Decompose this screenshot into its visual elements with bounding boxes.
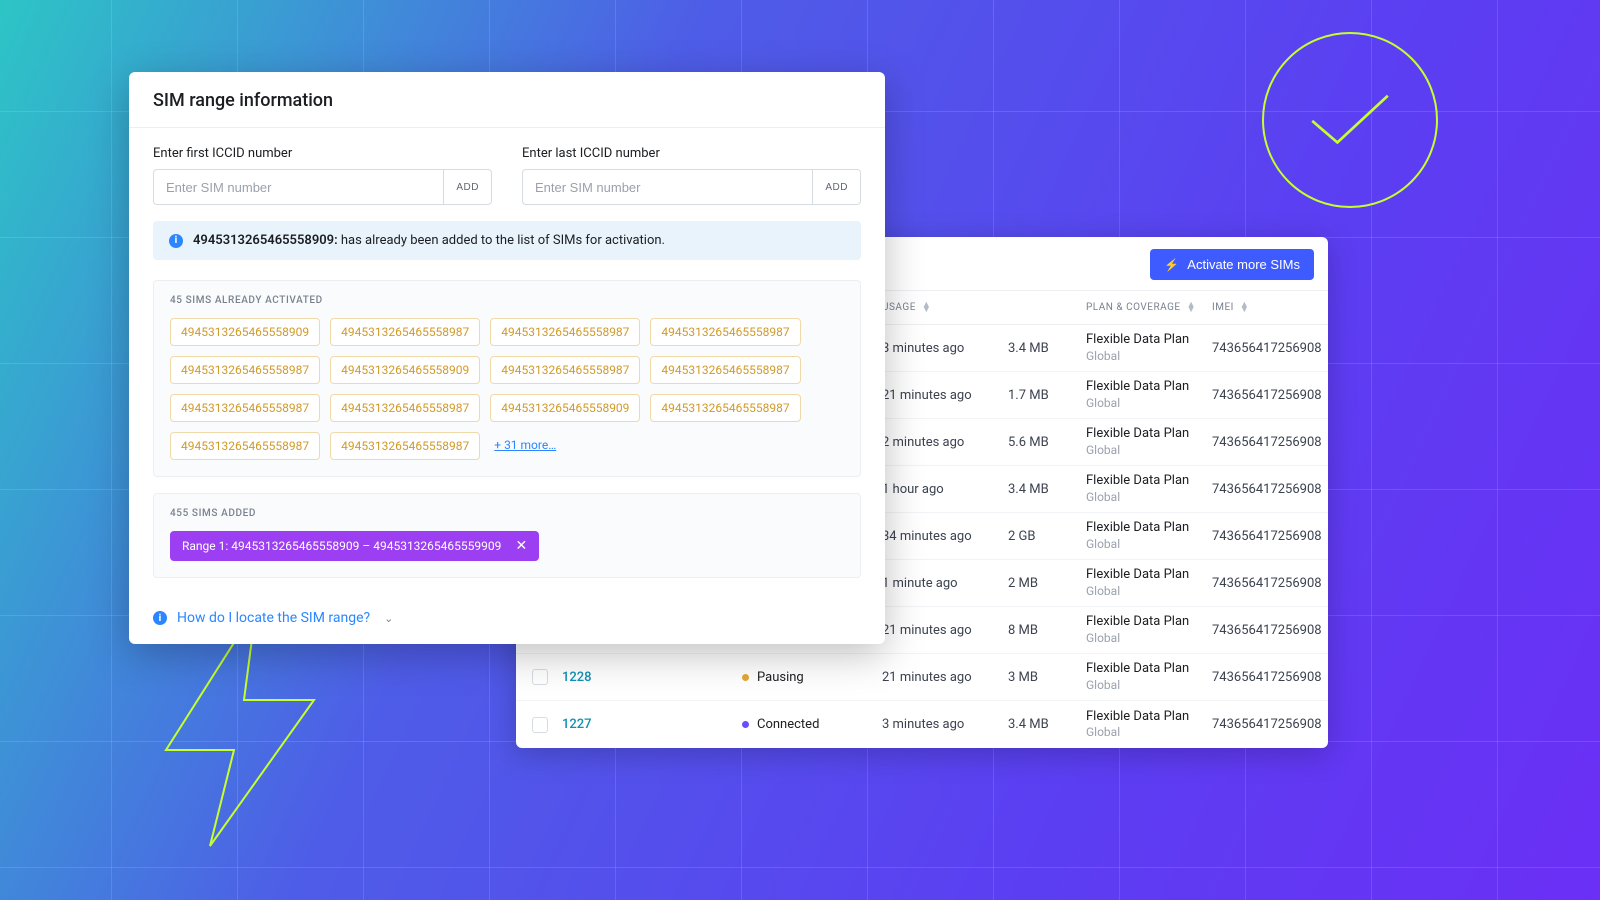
- col-usage[interactable]: USAGE▲▼: [882, 302, 1008, 313]
- plan-cell: Flexible Data PlanGlobal: [1086, 709, 1212, 740]
- sort-icon: ▲▼: [1187, 303, 1196, 313]
- imei: 743656417256908: [1212, 529, 1328, 544]
- sort-icon: ▲▼: [922, 303, 931, 313]
- last-iccid-input[interactable]: [522, 169, 812, 205]
- chevron-down-icon: ⌄: [384, 612, 393, 625]
- bolt-icon: ⚡: [1164, 258, 1179, 272]
- sim-id[interactable]: 1228: [562, 670, 742, 685]
- activate-more-sims-button[interactable]: ⚡ Activate more SIMs: [1150, 249, 1314, 280]
- modal-title: SIM range information: [153, 90, 861, 111]
- usage: 3.4 MB: [1008, 717, 1086, 732]
- plan-cell: Flexible Data PlanGlobal: [1086, 426, 1212, 457]
- imei: 743656417256908: [1212, 717, 1328, 732]
- plan-cell: Flexible Data PlanGlobal: [1086, 332, 1212, 363]
- usage: 1.7 MB: [1008, 388, 1086, 403]
- sim-chip: 4945313265465558987: [650, 318, 800, 346]
- first-iccid-input[interactable]: [153, 169, 443, 205]
- usage: 2 MB: [1008, 576, 1086, 591]
- last-active: 34 minutes ago: [882, 529, 1008, 544]
- usage: 5.6 MB: [1008, 435, 1086, 450]
- sim-chip: 4945313265465558987: [650, 356, 800, 384]
- row-checkbox[interactable]: [532, 669, 548, 685]
- imei: 743656417256908: [1212, 482, 1328, 497]
- sim-chip: 4945313265465558909: [170, 318, 320, 346]
- more-link[interactable]: + 31 more…: [490, 432, 560, 460]
- plan-cell: Flexible Data PlanGlobal: [1086, 379, 1212, 410]
- sim-chip: 4945313265465558987: [330, 394, 480, 422]
- plan-cell: Flexible Data PlanGlobal: [1086, 661, 1212, 692]
- added-section: 455 SIMS ADDED Range 1: 4945313265465558…: [153, 493, 861, 578]
- activated-section: 45 SIMS ALREADY ACTIVATED 49453132654655…: [153, 280, 861, 477]
- sort-icon: ▲▼: [1240, 303, 1249, 313]
- status-dot-icon: [742, 674, 749, 681]
- range-chip-label: Range 1: 4945313265465558909 – 494531326…: [182, 539, 501, 553]
- added-title: 455 SIMS ADDED: [170, 508, 844, 519]
- sim-chip: 4945313265465558987: [170, 394, 320, 422]
- activated-title: 45 SIMS ALREADY ACTIVATED: [170, 295, 844, 306]
- sim-range-modal: SIM range information Enter first ICCID …: [129, 72, 885, 644]
- status-dot-icon: [742, 721, 749, 728]
- plan-cell: Flexible Data PlanGlobal: [1086, 520, 1212, 551]
- row-checkbox[interactable]: [532, 717, 548, 733]
- range-chip: Range 1: 4945313265465558909 – 494531326…: [170, 531, 539, 561]
- table-row: 1228Pausing21 minutes ago3 MBFlexible Da…: [516, 654, 1328, 701]
- info-banner: i 4945313265465558909: has already been …: [153, 221, 861, 260]
- imei: 743656417256908: [1212, 341, 1328, 356]
- last-active: 3 minutes ago: [882, 341, 1008, 356]
- usage: 3 MB: [1008, 670, 1086, 685]
- imei: 743656417256908: [1212, 623, 1328, 638]
- last-iccid-label: Enter last ICCID number: [522, 146, 861, 161]
- checkmark-circle-icon: [1262, 32, 1438, 208]
- last-active: 1 minute ago: [882, 576, 1008, 591]
- sim-chip: 4945313265465558987: [650, 394, 800, 422]
- col-imei[interactable]: IMEI▲▼: [1212, 302, 1328, 313]
- imei: 743656417256908: [1212, 388, 1328, 403]
- imei: 743656417256908: [1212, 435, 1328, 450]
- last-active: 1 hour ago: [882, 482, 1008, 497]
- plan-cell: Flexible Data PlanGlobal: [1086, 614, 1212, 645]
- usage: 3.4 MB: [1008, 341, 1086, 356]
- sim-chip: 4945313265465558987: [330, 432, 480, 460]
- sim-chip: 4945313265465558987: [170, 432, 320, 460]
- col-plan[interactable]: PLAN & COVERAGE▲▼: [1086, 302, 1212, 313]
- sim-chip: 4945313265465558987: [170, 356, 320, 384]
- info-icon: i: [169, 234, 183, 248]
- last-active: 3 minutes ago: [882, 717, 1008, 732]
- table-row: 1227Connected3 minutes ago3.4 MBFlexible…: [516, 701, 1328, 748]
- add-last-button[interactable]: ADD: [812, 169, 861, 205]
- sim-chip: 4945313265465558909: [330, 356, 480, 384]
- close-icon[interactable]: ✕: [513, 538, 529, 554]
- help-toggle[interactable]: i How do I locate the SIM range? ⌄: [129, 594, 885, 644]
- imei: 743656417256908: [1212, 670, 1328, 685]
- add-first-button[interactable]: ADD: [443, 169, 492, 205]
- last-active: 21 minutes ago: [882, 388, 1008, 403]
- sim-chip: 4945313265465558987: [490, 318, 640, 346]
- sim-chip: 4945313265465558909: [490, 394, 640, 422]
- first-iccid-label: Enter first ICCID number: [153, 146, 492, 161]
- sim-id[interactable]: 1227: [562, 717, 742, 732]
- usage: 3.4 MB: [1008, 482, 1086, 497]
- imei: 743656417256908: [1212, 576, 1328, 591]
- info-icon: i: [153, 611, 167, 625]
- status-cell: Connected: [742, 717, 882, 732]
- plan-cell: Flexible Data PlanGlobal: [1086, 473, 1212, 504]
- plan-cell: Flexible Data PlanGlobal: [1086, 567, 1212, 598]
- status-cell: Pausing: [742, 670, 882, 685]
- last-active: 21 minutes ago: [882, 670, 1008, 685]
- last-active: 21 minutes ago: [882, 623, 1008, 638]
- sim-chip: 4945313265465558987: [490, 356, 640, 384]
- help-label: How do I locate the SIM range?: [177, 610, 370, 626]
- usage: 8 MB: [1008, 623, 1086, 638]
- usage: 2 GB: [1008, 529, 1086, 544]
- sim-chip: 4945313265465558987: [330, 318, 480, 346]
- last-active: 2 minutes ago: [882, 435, 1008, 450]
- activate-label: Activate more SIMs: [1187, 257, 1300, 272]
